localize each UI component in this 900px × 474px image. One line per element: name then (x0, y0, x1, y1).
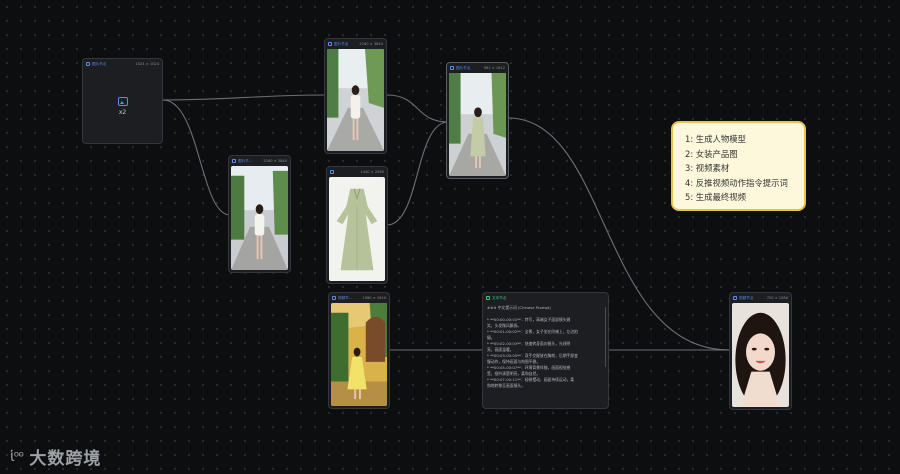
node-header: 视频节点 720 × 1280 (730, 293, 791, 303)
image-icon (86, 62, 90, 66)
brand-logo-icon: ɩ҅ᵒᵒ (10, 448, 24, 465)
node-header: 视频节... 1080 × 1920 (329, 293, 389, 303)
text-icon (486, 296, 490, 300)
note-step: 5: 生成最终视频 (685, 192, 747, 203)
video-icon (332, 296, 336, 300)
wire-input-to-model-a (162, 94, 327, 101)
brand-name: 大数跨境 (29, 449, 102, 469)
wire-input-to-model-b (162, 99, 231, 216)
scrollbar[interactable] (604, 307, 606, 367)
dress-product-photo (329, 177, 385, 281)
node-header: 图片节点 961 × 1612 (447, 63, 508, 73)
output-video-portrait (732, 303, 789, 407)
node-image-result[interactable]: 图片节点 961 × 1612 (446, 62, 509, 179)
image-placeholder: x2 (83, 69, 162, 143)
image-placeholder-icon (117, 96, 128, 106)
node-header: 图片节... 2160 × 3840 (229, 156, 290, 166)
prompt-line: 和地转移至画面镜头。 (487, 383, 525, 388)
node-header: 1440 × 2560 (327, 167, 387, 177)
image-icon (450, 66, 454, 70)
prompt-text-area[interactable]: ### 中文提示词 (Chinese Prompt) * **00:00-00:… (487, 305, 602, 404)
wire-dress-to-result (386, 121, 449, 226)
node-image-model-a[interactable]: 图片节点 2160 × 3840 (324, 38, 387, 154)
note-step: 4: 反推视频动作指令提示词 (685, 177, 788, 188)
model-photo-palms (231, 166, 288, 270)
note-step: 1: 生成人物模型 (685, 134, 747, 144)
workflow-steps-note[interactable]: 1: 生成人物模型 2: 女装产品图 3: 视频素材 4: 反推视频动作指令提示… (671, 121, 806, 211)
node-header: 图片节点 1024 × 1024 (83, 59, 162, 69)
node-image-dress[interactable]: 1440 × 2560 (326, 166, 388, 284)
node-text-prompt[interactable]: 文本节点 ### 中文提示词 (Chinese Prompt) * **00:0… (482, 292, 609, 409)
image-icon (328, 42, 332, 46)
image-count: x2 (118, 108, 127, 116)
video-frame-yellow-dress (331, 303, 387, 406)
node-image-model-b[interactable]: 图片节... 2160 × 3840 (228, 155, 291, 273)
model-photo-street (327, 49, 384, 151)
node-image-input[interactable]: 图片节点 1024 × 1024 x2 (82, 58, 163, 144)
image-icon (330, 170, 334, 174)
node-video-source[interactable]: 视频节... 1080 × 1920 (328, 292, 390, 409)
node-video-output[interactable]: 视频节点 720 × 1280 (729, 292, 792, 410)
node-header: 文本节点 (483, 293, 608, 303)
wire-model-a-to-result (386, 94, 449, 123)
brand-watermark: ɩ҅ᵒᵒ 大数跨境 (10, 444, 102, 470)
note-step: 2: 女装产品图 (685, 148, 738, 159)
video-icon (733, 296, 737, 300)
model-in-dress-photo (449, 73, 506, 176)
note-step: 3: 视频素材 (685, 163, 730, 174)
node-header: 图片节点 2160 × 3840 (325, 39, 386, 49)
image-icon (232, 159, 236, 163)
